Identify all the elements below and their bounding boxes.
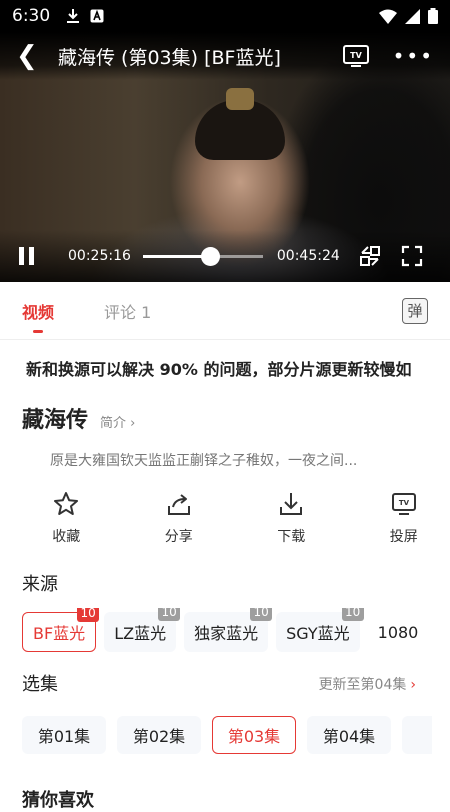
show-info: 藏海传 简介 › 原是大雍国钦天监监正蒯铎之子稚奴，一夜之间... — [22, 402, 432, 470]
battery-icon — [428, 8, 438, 24]
source-chip[interactable]: LZ蓝光10 — [104, 612, 176, 652]
danmaku-toggle-icon[interactable]: 弹 — [402, 298, 428, 324]
source-chip[interactable]: 1080 — [368, 612, 429, 652]
back-icon[interactable]: ❮ — [16, 43, 44, 69]
content-tabs: 视频 评论 1 弹 — [0, 282, 450, 340]
recommend-section-title: 猜你喜欢 — [22, 786, 94, 812]
download-status-icon — [66, 8, 80, 24]
source-chip[interactable]: 独家蓝光10 — [184, 612, 268, 652]
notice-marquee: 新和换源可以解决 90% 的问题，部分片源更新较慢如 — [26, 355, 424, 385]
player-controls: 00:25:16 00:45:24 — [0, 230, 450, 282]
status-bar: 6:30 — [0, 0, 450, 32]
seek-bar-progress — [143, 255, 210, 258]
tab-video[interactable]: 视频 — [22, 299, 54, 323]
source-chip[interactable]: SGY蓝光10 — [276, 612, 360, 652]
download-button[interactable]: 下载 — [245, 490, 338, 546]
episode-section-title: 选集 — [22, 670, 58, 696]
action-bar: 收藏 分享 下载 TV 投屏 — [0, 490, 450, 546]
share-icon — [165, 490, 193, 518]
episode-chip[interactable]: 第03集 — [212, 716, 296, 754]
episode-chip[interactable]: 第 — [402, 716, 432, 754]
source-badge: 10 — [158, 608, 180, 621]
switch-source-icon[interactable] — [358, 244, 382, 268]
cast-label: 投屏 — [390, 526, 418, 546]
source-chip[interactable]: BF蓝光10 — [22, 612, 96, 652]
wifi-icon — [379, 9, 397, 24]
source-badge: 10 — [250, 608, 272, 621]
intro-link[interactable]: 简介 › — [100, 412, 135, 431]
source-list: BF蓝光10 LZ蓝光10 独家蓝光10 SGY蓝光10 1080 — [22, 608, 450, 652]
status-time: 6:30 — [12, 6, 50, 26]
episode-chip[interactable]: 第02集 — [117, 716, 201, 754]
episode-list: 第01集 第02集 第03集 第04集 第 — [22, 716, 432, 756]
tv-cast-icon[interactable]: TV — [343, 45, 369, 67]
svg-text:TV: TV — [350, 51, 362, 60]
cast-button[interactable]: TV 投屏 — [358, 490, 450, 546]
seek-thumb[interactable] — [201, 247, 220, 266]
chevron-right-icon: › — [410, 677, 416, 693]
share-label: 分享 — [165, 526, 193, 546]
download-label: 下载 — [277, 526, 305, 546]
show-title: 藏海传 — [22, 402, 88, 434]
star-icon — [52, 490, 80, 518]
chevron-right-icon: › — [130, 416, 135, 431]
download-icon — [277, 490, 305, 518]
episode-update-link[interactable]: 更新至第04集› — [319, 674, 416, 694]
favorite-button[interactable]: 收藏 — [20, 490, 113, 546]
current-time: 00:25:16 — [68, 248, 131, 264]
source-section-title: 来源 — [22, 570, 58, 596]
player-top-bar: ❮ 藏海传 (第03集) [BF蓝光] TV ••• — [0, 32, 450, 80]
episode-chip[interactable]: 第01集 — [22, 716, 106, 754]
video-player[interactable]: ❮ 藏海传 (第03集) [BF蓝光] TV ••• 00:25:16 00:4… — [0, 32, 450, 282]
more-icon[interactable]: ••• — [393, 44, 434, 68]
svg-text:TV: TV — [399, 499, 410, 507]
signal-icon — [405, 9, 420, 24]
duration: 00:45:24 — [277, 248, 340, 264]
tab-comments[interactable]: 评论 1 — [104, 299, 151, 323]
notice-text: 新和换源可以解决 90% 的问题，部分片源更新较慢如 — [26, 355, 411, 385]
favorite-label: 收藏 — [52, 526, 80, 546]
pause-icon[interactable] — [16, 245, 38, 267]
tv-cast-icon: TV — [390, 490, 418, 518]
share-button[interactable]: 分享 — [133, 490, 226, 546]
seek-bar[interactable] — [143, 255, 263, 258]
fullscreen-icon[interactable] — [400, 244, 424, 268]
app-notification-icon — [90, 9, 104, 23]
show-description[interactable]: 原是大雍国钦天监监正蒯铎之子稚奴，一夜之间... — [50, 450, 432, 470]
video-title: 藏海传 (第03集) [BF蓝光] — [58, 43, 281, 70]
source-badge: 10 — [342, 608, 364, 621]
source-badge: 10 — [77, 608, 99, 622]
episode-chip[interactable]: 第04集 — [307, 716, 391, 754]
